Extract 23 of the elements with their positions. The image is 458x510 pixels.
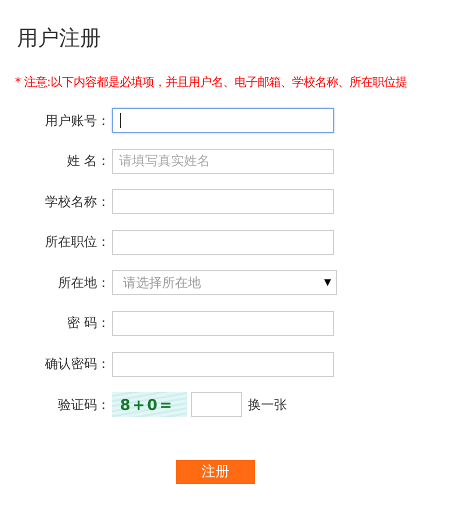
field-label: 姓 名： — [66, 153, 111, 170]
field-label: 确认密码： — [44, 356, 111, 374]
required-notice: * 注意:以下内容都是必填项，并且用户名、电子邮箱、学校名称、所在职位提 — [15, 74, 408, 90]
field-label: 所在地： — [57, 274, 111, 292]
text-input-field[interactable] — [112, 352, 334, 377]
field-label: 验证码： — [57, 396, 111, 414]
dropdown-placeholder: 请选择所在地 — [123, 274, 201, 292]
text-input-field[interactable] — [112, 108, 334, 133]
captcha-input-field[interactable] — [191, 392, 242, 418]
location-dropdown[interactable]: 请选择所在地 ▼ — [112, 270, 337, 296]
page-title: 用户注册 — [17, 25, 102, 52]
field-label: 所在职位： — [44, 234, 111, 252]
field-label: 用户账号： — [44, 112, 111, 130]
text-input-field[interactable]: 请填写真实姓名 — [112, 148, 334, 174]
text-input-field[interactable] — [112, 230, 334, 255]
captcha-image: 8+0= — [112, 392, 187, 418]
field-label: 密 码： — [66, 315, 111, 332]
field-label: 学校名称： — [44, 194, 111, 211]
text-cursor — [120, 113, 121, 128]
dropdown-arrow-icon: ▼ — [324, 278, 331, 288]
text-input-field[interactable] — [112, 310, 334, 336]
text-input-field[interactable] — [112, 189, 334, 214]
refresh-captcha-link[interactable]: 换一张 — [248, 396, 287, 414]
